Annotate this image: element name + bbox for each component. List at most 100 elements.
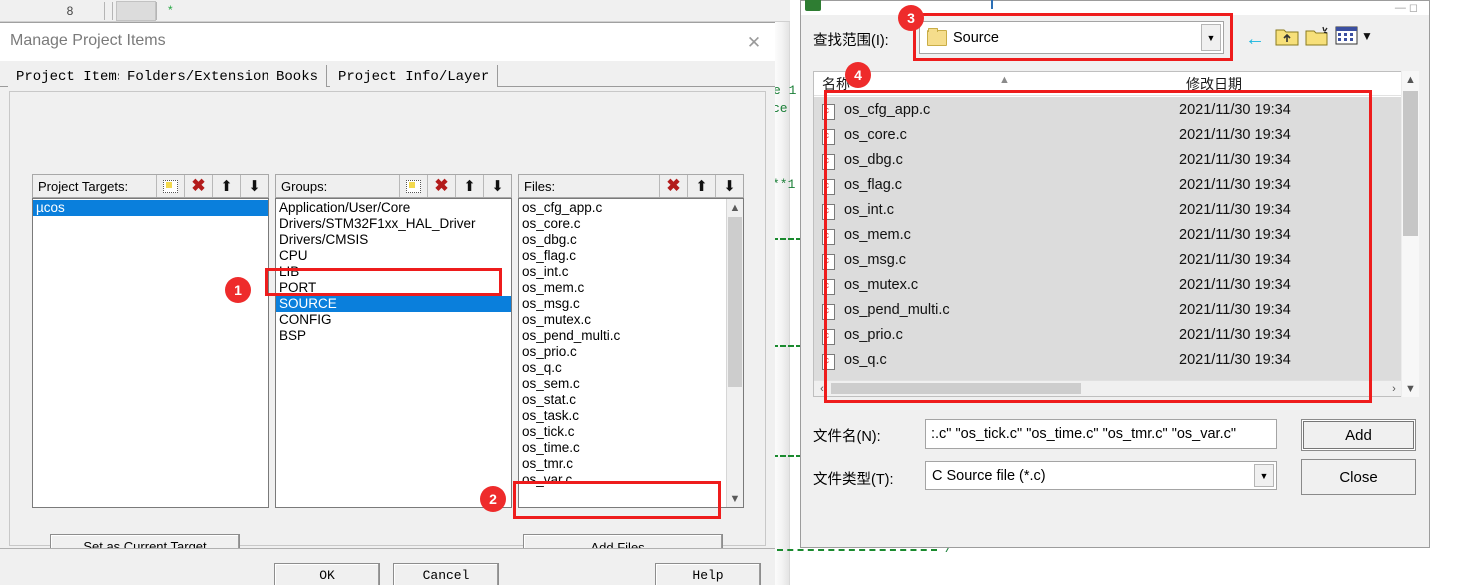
scroll-right-icon[interactable]: › [1386, 381, 1402, 396]
add-button[interactable]: Add [1301, 419, 1416, 451]
chevron-down-icon[interactable]: ▼ [1254, 464, 1274, 487]
close-button[interactable]: Close [1301, 459, 1416, 495]
list-item[interactable]: os_stat.c [519, 392, 725, 408]
list-item[interactable]: os_prio.c [519, 344, 725, 360]
list-item[interactable]: os_q.c [519, 360, 725, 376]
window-controls[interactable]: ―◻ [1395, 1, 1421, 14]
delete-icon[interactable]: ✖ [184, 175, 212, 197]
move-up-icon[interactable]: ⬆ [212, 175, 240, 197]
scroll-left-icon[interactable]: ‹ [814, 381, 830, 396]
scrollbar-thumb[interactable] [728, 217, 742, 387]
list-item[interactable]: os_task.c [519, 408, 725, 424]
new-item-icon[interactable] [156, 175, 184, 197]
file-type-combo[interactable]: C Source file (*.c) ▼ [925, 461, 1277, 490]
project-items-panel: Project Targets: ✖ ⬆ ⬇ µcos Groups: ✖ ⬆ … [9, 91, 766, 561]
delete-icon[interactable]: ✖ [427, 175, 455, 197]
file-browser-scrollbar[interactable]: ▲ ▼ [1401, 71, 1419, 397]
groups-list[interactable]: Application/User/Core Drivers/STM32F1xx_H… [275, 198, 512, 508]
look-in-combo[interactable]: Source ▼ [919, 21, 1224, 54]
list-item[interactable]: CONFIG [276, 312, 511, 328]
list-item[interactable]: os_mem.c [519, 280, 725, 296]
annotation-badge-1: 1 [225, 277, 251, 303]
code-comment-dash [777, 549, 937, 551]
manage-project-items-dialog: Manage Project Items ✕ Project Items Fol… [0, 22, 775, 585]
hscrollbar-thumb[interactable] [831, 383, 1081, 394]
list-item[interactable]: os_var.c [519, 472, 725, 488]
scroll-up-icon[interactable]: ▲ [727, 199, 743, 216]
table-row[interactable]: os_prio.c2021/11/30 19:34 [814, 322, 1402, 347]
ok-button[interactable]: OK [274, 563, 380, 585]
view-mode-chevron-icon[interactable]: ▼ [1361, 29, 1373, 43]
help-button[interactable]: Help [655, 563, 761, 585]
list-item[interactable]: BSP [276, 328, 511, 344]
file-date-cell: 2021/11/30 19:34 [1179, 251, 1291, 268]
up-folder-icon[interactable] [1275, 25, 1299, 47]
tab-books[interactable]: Books [268, 65, 328, 87]
annotation-badge-2: 2 [480, 486, 506, 512]
tab-folders-extensions[interactable]: Folders/Extensions [119, 65, 288, 87]
file-date-cell: 2021/11/30 19:34 [1179, 126, 1291, 143]
scroll-up-icon[interactable]: ▲ [1402, 71, 1419, 88]
file-name-input[interactable]: :.c" "os_tick.c" "os_time.c" "os_tmr.c" … [925, 419, 1277, 449]
table-row[interactable]: os_pend_multi.c2021/11/30 19:34 [814, 297, 1402, 322]
scroll-down-icon[interactable]: ▼ [727, 490, 743, 507]
table-row[interactable]: os_int.c2021/11/30 19:34 [814, 197, 1402, 222]
file-name-cell: os_core.c [814, 127, 1179, 145]
file-date-cell: 2021/11/30 19:34 [1179, 226, 1291, 243]
list-item[interactable]: os_tmr.c [519, 456, 725, 472]
list-item[interactable]: os_dbg.c [519, 232, 725, 248]
move-up-icon[interactable]: ⬆ [455, 175, 483, 197]
table-row[interactable]: os_q.c2021/11/30 19:34 [814, 347, 1402, 372]
move-up-icon[interactable]: ⬆ [687, 175, 715, 197]
c-source-file-icon [822, 228, 835, 245]
project-targets-list[interactable]: µcos [32, 198, 269, 508]
move-down-icon[interactable]: ⬇ [715, 175, 743, 197]
list-item[interactable]: Drivers/STM32F1xx_HAL_Driver [276, 216, 511, 232]
file-list-hscrollbar[interactable]: ‹ › [814, 380, 1402, 396]
list-item[interactable]: µcos [33, 200, 268, 216]
file-date-cell: 2021/11/30 19:34 [1179, 201, 1291, 218]
move-down-icon[interactable]: ⬇ [240, 175, 268, 197]
list-item[interactable]: os_tick.c [519, 424, 725, 440]
tab-project-items[interactable]: Project Items [8, 65, 135, 87]
back-arrow-icon[interactable]: ← [1245, 28, 1265, 51]
table-row[interactable]: os_cfg_app.c2021/11/30 19:34 [814, 97, 1402, 122]
list-item[interactable]: os_cfg_app.c [519, 200, 725, 216]
table-row[interactable]: os_flag.c2021/11/30 19:34 [814, 172, 1402, 197]
file-browser-list[interactable]: 名称 修改日期 ▲ os_cfg_app.c2021/11/30 19:34os… [813, 71, 1403, 397]
table-row[interactable]: os_mutex.c2021/11/30 19:34 [814, 272, 1402, 297]
list-item[interactable]: os_sem.c [519, 376, 725, 392]
list-item[interactable]: os_msg.c [519, 296, 725, 312]
move-down-icon[interactable]: ⬇ [483, 175, 511, 197]
list-item[interactable]: PORT [276, 280, 511, 296]
column-header-date[interactable]: 修改日期 [1186, 74, 1242, 95]
table-row[interactable]: os_core.c2021/11/30 19:34 [814, 122, 1402, 147]
tab-project-info-layer[interactable]: Project Info/Layer [330, 65, 499, 87]
list-item[interactable]: os_time.c [519, 440, 725, 456]
table-row[interactable]: os_dbg.c2021/11/30 19:34 [814, 147, 1402, 172]
list-item[interactable]: os_pend_multi.c [519, 328, 725, 344]
c-source-file-icon [822, 253, 835, 270]
list-item[interactable]: Drivers/CMSIS [276, 232, 511, 248]
new-folder-icon[interactable] [1305, 25, 1329, 47]
table-row[interactable]: os_msg.c2021/11/30 19:34 [814, 247, 1402, 272]
files-list[interactable]: os_cfg_app.c os_core.c os_dbg.c os_flag.c os… [518, 198, 744, 508]
table-row[interactable]: os_mem.c2021/11/30 19:34 [814, 222, 1402, 247]
list-item[interactable]: os_core.c [519, 216, 725, 232]
scroll-down-icon[interactable]: ▼ [1402, 380, 1419, 397]
chevron-down-icon[interactable]: ▼ [1201, 24, 1221, 51]
view-mode-icon[interactable] [1335, 26, 1359, 46]
list-item[interactable]: os_int.c [519, 264, 725, 280]
list-item[interactable]: os_flag.c [519, 248, 725, 264]
close-icon[interactable]: ✕ [743, 33, 765, 53]
delete-icon[interactable]: ✖ [659, 175, 687, 197]
scrollbar-thumb[interactable] [1403, 91, 1418, 236]
list-item[interactable]: LIB [276, 264, 511, 280]
list-item[interactable]: Application/User/Core [276, 200, 511, 216]
list-item[interactable]: CPU [276, 248, 511, 264]
list-item[interactable]: os_mutex.c [519, 312, 725, 328]
new-item-icon[interactable] [399, 175, 427, 197]
files-list-scrollbar[interactable]: ▲ ▼ [726, 199, 743, 507]
list-item[interactable]: SOURCE [276, 296, 511, 312]
cancel-button[interactable]: Cancel [393, 563, 499, 585]
